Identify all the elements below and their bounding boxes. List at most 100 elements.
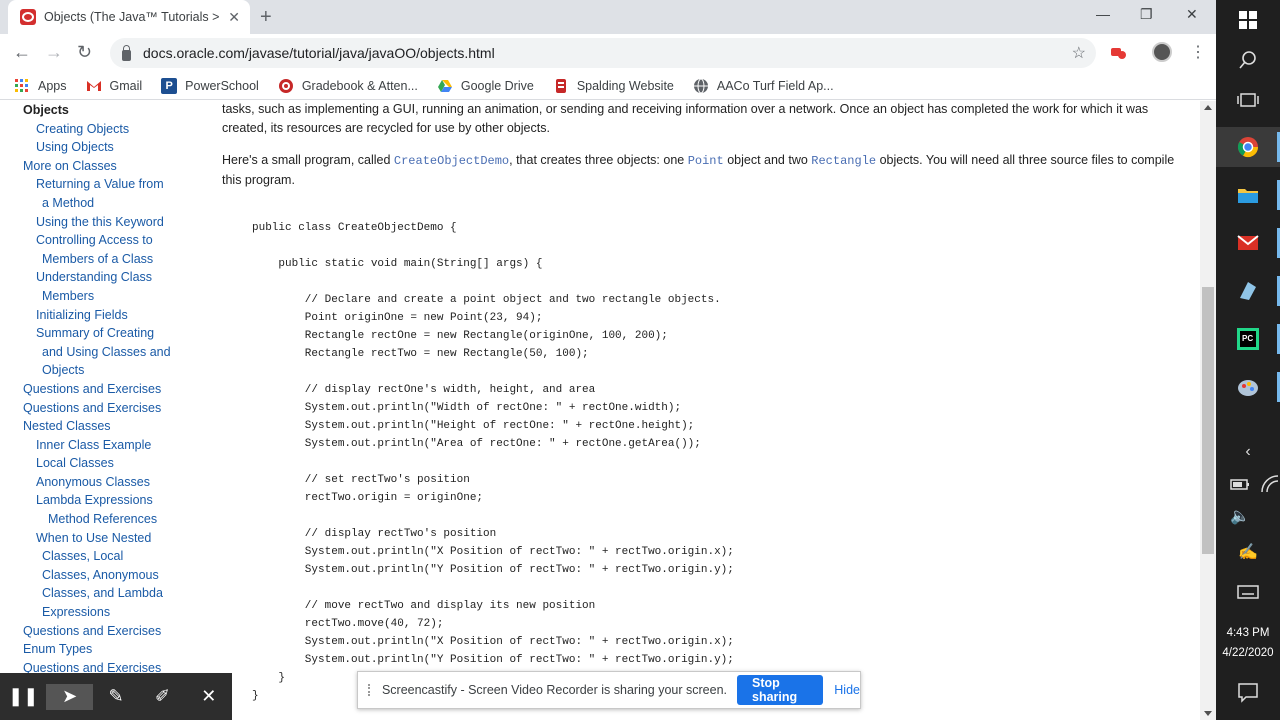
chrome-menu-icon[interactable]: ⋮ [1190,42,1206,62]
pen-tool-icon[interactable]: ✎ [93,673,139,720]
code-line: rectTwo.origin = originOne; [252,492,484,504]
inline-code-rectangle: Rectangle [811,154,877,168]
sidebar-nav-link[interactable]: Using Objects [23,138,213,157]
sidebar-nav-link[interactable]: Initializing Fields [23,306,213,325]
minimize-window-icon[interactable]: — [1096,6,1110,22]
code-line: // Declare and create a point object and… [252,294,721,306]
sidebar-nav-link[interactable]: Controlling Access to [23,231,213,250]
stop-sharing-button[interactable]: Stop sharing [737,675,824,705]
bookmark-powerschool[interactable]: P PowerSchool [161,77,259,94]
sidebar-nav-link[interactable]: Inner Class Example [23,436,213,455]
sidebar-nav-link[interactable]: Questions and Exercises [23,380,213,399]
code-line: rectTwo.move(40, 72); [252,618,444,630]
bookmark-aaco-turf[interactable]: AACo Turf Field Ap... [693,78,834,94]
lock-icon[interactable] [122,44,131,61]
browser-tab-active[interactable]: Objects (The Java™ Tutorials > Le ✕ [8,0,250,34]
close-window-icon[interactable]: ✕ [1186,6,1198,23]
url-text[interactable]: docs.oracle.com/javase/tutorial/java/jav… [143,45,495,61]
scrollbar-thumb[interactable] [1202,287,1214,554]
sidebar-nav-link[interactable]: Using the this Keyword [23,213,213,232]
sidebar-nav-link[interactable]: Questions and Exercises [23,399,213,418]
back-arrow-icon[interactable]: ← [13,42,31,62]
bookmark-google-drive[interactable]: Google Drive [437,78,534,94]
sidebar-nav-link[interactable]: Local Classes [23,454,213,473]
file-explorer-icon[interactable] [1236,183,1260,207]
wifi-icon[interactable] [1258,472,1280,496]
code-line: // display rectOne's width, height, and … [252,384,596,396]
drag-handle-icon[interactable] [368,684,373,696]
profile-avatar[interactable] [1152,42,1172,62]
code-line: public static void main(String[] args) { [252,258,543,270]
sidebar-nav-link[interactable]: Summary of Creating [23,324,213,343]
address-bar[interactable]: docs.oracle.com/javase/tutorial/java/jav… [110,38,1096,68]
sidebar-nav-link[interactable]: and Using Classes and [23,343,213,362]
sidebar-nav-link[interactable]: a Method [23,194,213,213]
screencastify-extension-icon[interactable] [1110,44,1126,60]
sidebar-nav-link[interactable]: Members [23,287,213,306]
pycharm-taskbar-icon[interactable]: PC [1236,327,1260,351]
code-line: public class CreateObjectDemo { [252,222,457,234]
gmail-icon [86,80,101,91]
sidebar-nav-link[interactable]: Lambda Expressions [23,491,213,510]
volume-icon[interactable]: 🔈 [1228,504,1252,528]
sidebar-nav-link[interactable]: Method References [23,510,213,529]
sidebar-nav-link[interactable]: Members of a Class [23,250,213,269]
code-line: System.out.println("Y Position of rectTw… [252,654,734,666]
bookmark-gradebook[interactable]: Gradebook & Atten... [278,78,418,94]
reload-icon[interactable]: ↻ [77,42,92,62]
bookmark-apps[interactable]: Apps [14,78,67,94]
sharing-message: Screencastify - Screen Video Recorder is… [381,683,728,697]
sidebar-nav-link[interactable]: Classes, Anonymous [23,566,213,585]
sidebar-nav-link[interactable]: More on Classes [23,157,213,176]
tab-close-icon[interactable]: ✕ [228,9,240,25]
sidebar-nav-link[interactable]: Anonymous Classes [23,473,213,492]
chrome-taskbar-icon[interactable] [1236,135,1260,159]
sidebar-nav-link[interactable]: Classes, Local [23,547,213,566]
highlighter-tool-icon[interactable]: ✐ [139,673,185,720]
bookmark-star-icon[interactable]: ☆ [1072,43,1086,63]
taskbar-date[interactable]: 4/22/2020 [1216,647,1280,659]
scroll-down-arrow-icon[interactable] [1204,711,1212,716]
search-icon[interactable] [1236,48,1260,72]
bookmarks-bar: Apps Gmail P PowerSchool Gradebook & Att… [0,72,1216,100]
battery-icon[interactable] [1228,472,1252,496]
task-view-icon[interactable] [1236,88,1260,112]
pause-icon[interactable]: ❚❚ [0,673,46,720]
sidebar-nav-link[interactable]: Enum Types [23,640,213,659]
sidebar-nav-link[interactable]: When to Use Nested [23,529,213,548]
cursor-tool-icon[interactable]: ➤ [46,683,93,710]
inline-code-createobjectdemo: CreateObjectDemo [393,154,510,168]
hide-button[interactable]: Hide [834,683,860,697]
paint-taskbar-icon[interactable] [1236,375,1260,399]
new-tab-plus-icon[interactable]: + [260,6,272,29]
sidebar-nav-link[interactable]: Classes, and Lambda [23,584,213,603]
bookmark-spalding[interactable]: Spalding Website [553,78,674,94]
bookmark-label: Apps [38,78,67,93]
close-toolbar-icon[interactable]: ✕ [186,673,232,720]
sidebar-nav-link[interactable]: Expressions [23,603,213,622]
touch-keyboard-icon[interactable] [1236,580,1260,604]
sidebar-nav-link[interactable]: Understanding Class [23,268,213,287]
show-hidden-icons-chevron-icon[interactable]: ‹ [1236,440,1260,464]
sidebar-nav-link[interactable]: Questions and Exercises [23,622,213,641]
sidebar-nav-link: Objects [23,103,69,117]
gmail-taskbar-icon[interactable] [1236,231,1260,255]
screen-sharing-notification: Screencastify - Screen Video Recorder is… [357,671,861,709]
powerschool-icon: P [161,77,178,94]
sidebar-nav-link[interactable]: Nested Classes [23,417,213,436]
scroll-up-arrow-icon[interactable] [1204,105,1212,110]
sidebar-nav-link[interactable]: Returning a Value from [23,175,213,194]
page-scrollbar[interactable] [1200,101,1216,720]
action-center-icon[interactable] [1236,680,1260,704]
sidebar-nav-link[interactable]: Creating Objects [23,120,213,139]
pen-workspace-icon[interactable]: ✍ [1236,540,1260,564]
sidebar-nav-link[interactable]: Objects [23,361,213,380]
bookmark-gmail[interactable]: Gmail [86,78,142,94]
code-line: // display rectTwo's position [252,528,497,540]
taskbar-time[interactable]: 4:43 PM [1216,627,1280,639]
restore-window-icon[interactable]: ❐ [1140,6,1153,23]
forward-arrow-icon[interactable]: → [45,42,63,62]
windows-start-icon[interactable] [1236,8,1260,32]
app-taskbar-icon[interactable] [1236,279,1260,303]
code-line: System.out.println("Area of rectOne: " +… [252,438,701,450]
